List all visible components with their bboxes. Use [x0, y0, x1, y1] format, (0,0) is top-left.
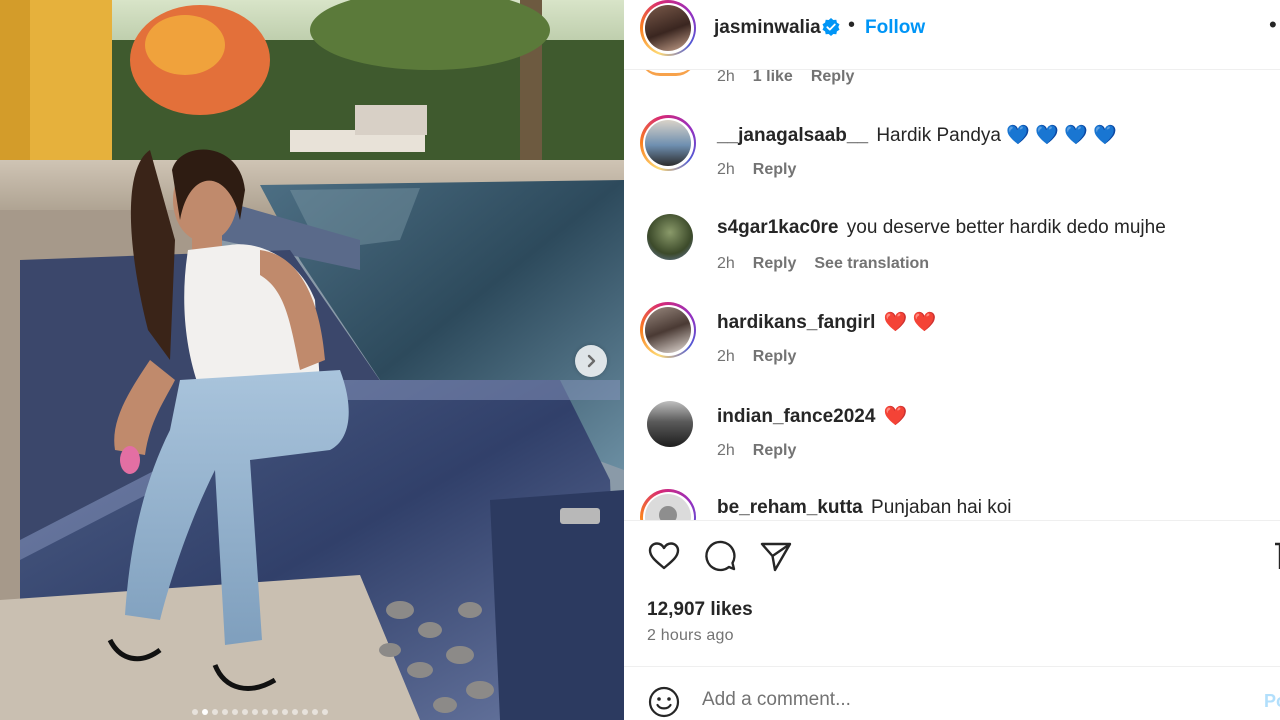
previous-comment-meta: 2h 1 like Reply	[717, 70, 854, 86]
likes-count[interactable]: 12,907 likes	[647, 599, 753, 621]
comment-icon[interactable]	[703, 539, 737, 573]
carousel-dots	[192, 709, 328, 715]
comment-time: 2h	[717, 255, 735, 272]
previous-comment-avatar	[640, 70, 696, 76]
comment-likes[interactable]: 1 like	[753, 70, 793, 86]
post-timestamp: 2 hours ago	[647, 627, 734, 644]
see-translation-button[interactable]: See translation	[814, 255, 929, 273]
reply-button[interactable]: Reply	[811, 70, 855, 86]
comment-text: Punjaban hai koi	[871, 497, 1012, 518]
comment-meta: 2h Reply	[717, 348, 796, 366]
comments-list[interactable]: 2h 1 like Reply __janagalsaab__ Hardik P…	[624, 70, 1280, 520]
carousel-dot	[322, 709, 328, 715]
comment-item: be_reham_kutta Punjaban hai koi	[624, 489, 1280, 520]
author-avatar[interactable]	[640, 0, 696, 56]
comment-time: 2h	[717, 70, 735, 85]
carousel-dot	[272, 709, 278, 715]
post-image	[0, 0, 624, 720]
reply-button[interactable]: Reply	[753, 442, 797, 460]
carousel-dot	[312, 709, 318, 715]
heart-icon[interactable]	[647, 539, 681, 573]
comment-text: ❤️ ❤️	[883, 312, 937, 333]
comment-username[interactable]: hardikans_fangirl	[717, 312, 875, 333]
chevron-right-icon	[587, 354, 596, 368]
carousel-dot	[192, 709, 198, 715]
bookmark-icon[interactable]	[1272, 539, 1280, 573]
carousel-dot	[202, 709, 208, 715]
carousel-dot	[242, 709, 248, 715]
comment-username[interactable]: __janagalsaab__	[717, 125, 868, 146]
emoji-icon[interactable]	[647, 685, 681, 719]
carousel-dot	[282, 709, 288, 715]
comment-meta: 2h Reply	[717, 161, 796, 179]
post-photo[interactable]	[0, 0, 624, 720]
comment-time: 2h	[717, 442, 735, 459]
comment-meta: 2h Reply	[717, 442, 796, 460]
post-comment-button[interactable]: Po	[1264, 691, 1280, 712]
reply-button[interactable]: Reply	[753, 161, 797, 179]
reply-button[interactable]: Reply	[753, 255, 797, 273]
comment-item: s4gar1kac0re you deserve better hardik d…	[624, 209, 1280, 303]
reply-button[interactable]: Reply	[753, 348, 797, 366]
carousel-dot	[232, 709, 238, 715]
more-icon[interactable]: •	[1269, 12, 1277, 38]
post-actions: 12,907 likes 2 hours ago	[624, 520, 1280, 666]
comment-username[interactable]: indian_fance2024	[717, 406, 875, 427]
comment-username[interactable]: be_reham_kutta	[717, 497, 863, 518]
comment-text: Hardik Pandya 💙 💙 💙 💙	[876, 125, 1117, 146]
verified-badge-icon	[822, 18, 840, 36]
follow-button[interactable]: Follow	[865, 17, 925, 39]
carousel-dot	[212, 709, 218, 715]
add-comment-input[interactable]	[702, 689, 1242, 711]
carousel-dot	[292, 709, 298, 715]
comment-text: you deserve better hardik dedo mujhe	[846, 217, 1166, 238]
share-icon[interactable]	[759, 539, 793, 573]
comment-item: indian_fance2024 ❤️ 2h Reply	[624, 396, 1280, 490]
add-comment-bar: Po	[624, 666, 1280, 720]
comment-time: 2h	[717, 348, 735, 365]
carousel-dot	[302, 709, 308, 715]
commenter-avatar[interactable]	[647, 214, 693, 260]
carousel-dot	[262, 709, 268, 715]
post-side-panel: jasminwalia • Follow • 2h 1 like Reply _…	[624, 0, 1280, 720]
carousel-dot	[222, 709, 228, 715]
comment-time: 2h	[717, 161, 735, 178]
commenter-avatar[interactable]	[640, 489, 696, 520]
comment-item: hardikans_fangirl ❤️ ❤️ 2h Reply	[624, 302, 1280, 396]
next-image-button[interactable]	[575, 345, 607, 377]
comment-username[interactable]: s4gar1kac0re	[717, 217, 839, 238]
commenter-avatar[interactable]	[640, 115, 696, 171]
commenter-avatar[interactable]	[647, 401, 693, 447]
header-separator: •	[848, 14, 856, 36]
comment-item: __janagalsaab__ Hardik Pandya 💙 💙 💙 💙 2h…	[624, 115, 1280, 209]
comment-text: ❤️	[883, 406, 908, 427]
post-header: jasminwalia • Follow •	[624, 0, 1280, 70]
carousel-dot	[252, 709, 258, 715]
author-username[interactable]: jasminwalia	[714, 17, 821, 39]
commenter-avatar[interactable]	[640, 302, 696, 358]
comment-meta: 2h Reply See translation	[717, 255, 929, 273]
